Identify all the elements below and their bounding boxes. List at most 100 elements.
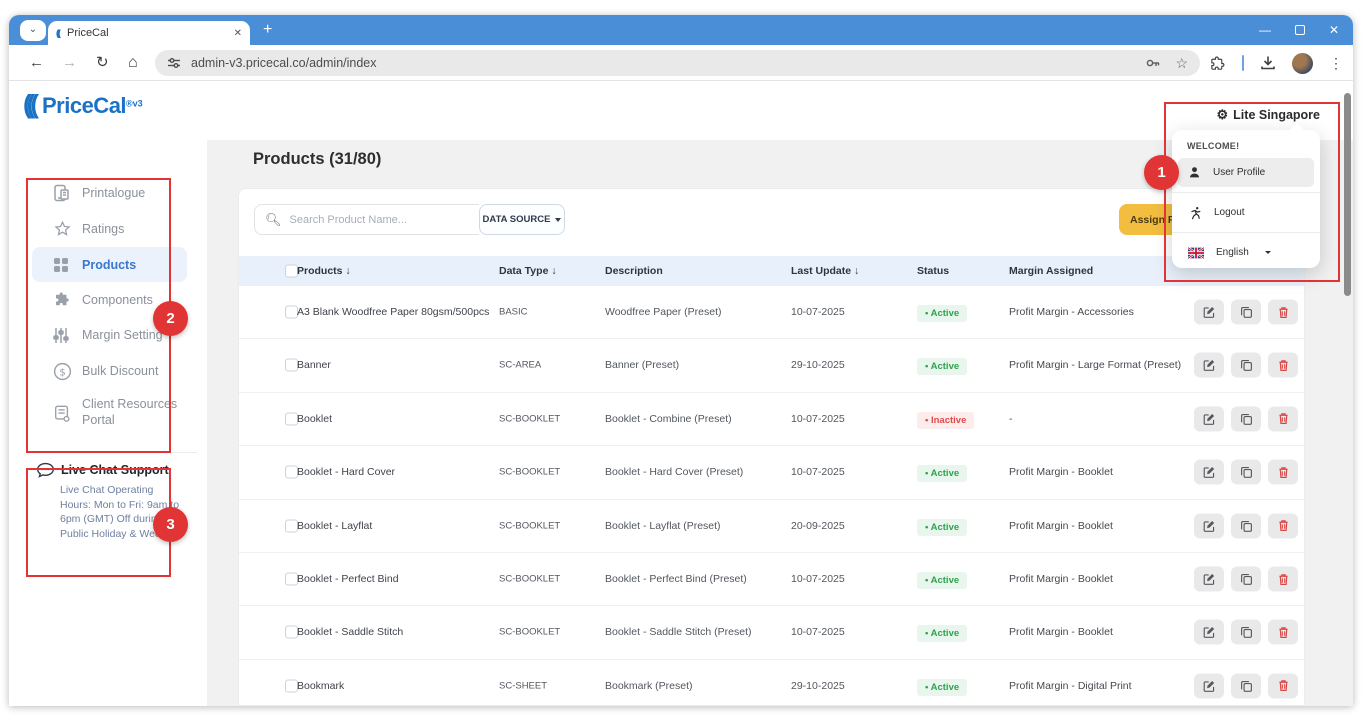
data-source-button[interactable]: DATA SOURCE: [479, 204, 565, 235]
page-scrollbar[interactable]: [1344, 93, 1351, 296]
status-badge: Active: [917, 305, 967, 322]
annotation-badge-3: 3: [153, 507, 188, 542]
edit-button[interactable]: [1194, 673, 1224, 698]
reload-icon[interactable]: ↻: [96, 45, 109, 81]
description: Booklet - Combine (Preset): [605, 413, 732, 425]
profile-avatar[interactable]: [1292, 53, 1313, 74]
edit-button[interactable]: [1194, 406, 1224, 431]
delete-button[interactable]: [1268, 673, 1298, 698]
delete-button[interactable]: [1268, 300, 1298, 325]
description: Booklet - Saddle Stitch (Preset): [605, 626, 751, 638]
browser-toolbar: ← → ↻ ⌂ admin-v3.pricecal.co/admin/index: [9, 45, 1353, 81]
data-type: SC-BOOKLET: [499, 574, 560, 585]
extensions-icon[interactable]: [1209, 55, 1226, 72]
back-icon[interactable]: ←: [29, 45, 44, 81]
duplicate-button[interactable]: [1231, 513, 1261, 538]
row-actions: [1194, 460, 1298, 485]
edit-button[interactable]: [1194, 567, 1224, 592]
duplicate-button[interactable]: [1231, 620, 1261, 645]
edit-icon: [1203, 359, 1216, 372]
tab-search-button[interactable]: ⌄: [20, 20, 46, 41]
pricecal-favicon-icon: (((: [56, 28, 59, 38]
table-row: Booklet - Saddle Stitch SC-BOOKLET Bookl…: [239, 605, 1304, 658]
description: Bookmark (Preset): [605, 680, 693, 692]
column-data-type[interactable]: Data Type ↓: [499, 265, 557, 277]
logo-arcs-icon: (((: [23, 89, 34, 119]
search-input[interactable]: [290, 214, 469, 226]
duplicate-button[interactable]: [1231, 460, 1261, 485]
data-type: SC-AREA: [499, 360, 541, 371]
edit-icon: [1203, 306, 1216, 319]
data-type: BASIC: [499, 307, 528, 318]
margin-assigned: -: [1009, 413, 1013, 425]
search-box[interactable]: 🔍︎: [254, 204, 479, 235]
duplicate-button[interactable]: [1231, 353, 1261, 378]
duplicate-button[interactable]: [1231, 406, 1261, 431]
delete-button[interactable]: [1268, 513, 1298, 538]
browser-menu-icon[interactable]: ⋮: [1329, 55, 1343, 72]
home-icon[interactable]: ⌂: [128, 45, 138, 81]
duplicate-button[interactable]: [1231, 567, 1261, 592]
column-products[interactable]: Products ↓: [297, 265, 351, 277]
copy-icon: [1240, 573, 1253, 586]
downloads-icon[interactable]: [1260, 55, 1276, 71]
edit-button[interactable]: [1194, 620, 1224, 645]
close-button[interactable]: ✕: [1329, 23, 1339, 37]
data-type: SC-BOOKLET: [499, 627, 560, 638]
maximize-button[interactable]: [1295, 25, 1305, 35]
bookmark-star-icon[interactable]: ☆: [1175, 55, 1188, 72]
trash-icon: [1277, 572, 1290, 586]
address-bar[interactable]: admin-v3.pricecal.co/admin/index ☆: [155, 50, 1200, 76]
last-update: 10-07-2025: [791, 573, 845, 585]
delete-button[interactable]: [1268, 406, 1298, 431]
row-actions: [1194, 620, 1298, 645]
password-key-icon[interactable]: [1145, 55, 1161, 71]
description: Booklet - Perfect Bind (Preset): [605, 573, 747, 585]
trash-icon: [1277, 625, 1290, 639]
edit-button[interactable]: [1194, 513, 1224, 538]
column-last-update[interactable]: Last Update ↓: [791, 265, 859, 277]
duplicate-button[interactable]: [1231, 300, 1261, 325]
toolbar-separator: [1242, 55, 1244, 71]
description: Booklet - Layflat (Preset): [605, 520, 721, 532]
description: Woodfree Paper (Preset): [605, 306, 722, 318]
browser-titlebar: ⌄ ((( PriceCal ✕ + — ✕: [9, 15, 1353, 45]
product-name: Booklet - Hard Cover: [297, 466, 395, 478]
copy-icon: [1240, 679, 1253, 692]
tune-icon[interactable]: [167, 56, 181, 70]
edit-button[interactable]: [1194, 460, 1224, 485]
edit-button[interactable]: [1194, 353, 1224, 378]
browser-tab[interactable]: ((( PriceCal ✕: [48, 21, 250, 45]
trash-icon: [1277, 679, 1290, 693]
delete-button[interactable]: [1268, 620, 1298, 645]
edit-icon: [1203, 679, 1216, 692]
forward-icon[interactable]: →: [62, 45, 77, 81]
delete-button[interactable]: [1268, 353, 1298, 378]
logo-text: PriceCal: [42, 93, 126, 118]
row-actions: [1194, 406, 1298, 431]
trash-icon: [1277, 358, 1290, 372]
tab-close-icon[interactable]: ✕: [234, 28, 242, 39]
table-row: Booklet SC-BOOKLET Booklet - Combine (Pr…: [239, 392, 1304, 445]
caret-down-icon: [555, 218, 561, 222]
edit-button[interactable]: [1194, 300, 1224, 325]
copy-icon: [1240, 466, 1253, 479]
table-row: Booklet - Perfect Bind SC-BOOKLET Bookle…: [239, 552, 1304, 605]
last-update: 10-07-2025: [791, 306, 845, 318]
row-actions: [1194, 353, 1298, 378]
description: Booklet - Hard Cover (Preset): [605, 466, 743, 478]
new-tab-button[interactable]: +: [263, 18, 272, 42]
trash-icon: [1277, 519, 1290, 533]
url-text[interactable]: admin-v3.pricecal.co/admin/index: [191, 56, 1145, 70]
delete-button[interactable]: [1268, 567, 1298, 592]
app-logo[interactable]: (((PriceCal®v3: [23, 89, 143, 120]
table-row: Banner SC-AREA Banner (Preset) 29-10-202…: [239, 338, 1304, 391]
duplicate-button[interactable]: [1231, 673, 1261, 698]
column-description: Description: [605, 265, 663, 277]
last-update: 10-07-2025: [791, 626, 845, 638]
delete-button[interactable]: [1268, 460, 1298, 485]
copy-icon: [1240, 519, 1253, 532]
minimize-button[interactable]: —: [1259, 23, 1271, 37]
copy-icon: [1240, 626, 1253, 639]
product-name: Booklet: [297, 413, 332, 425]
